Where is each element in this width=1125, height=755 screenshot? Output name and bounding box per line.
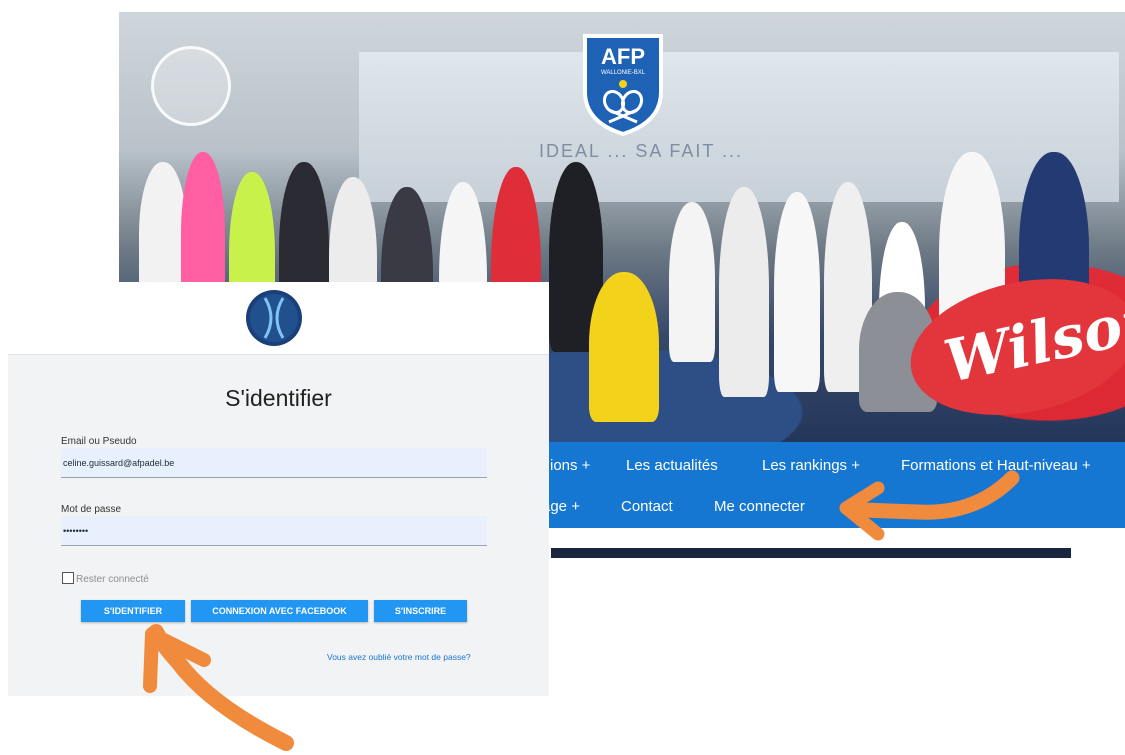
tennis-ball-logo-icon — [246, 290, 302, 346]
content-divider — [551, 548, 1071, 558]
email-label: Email ou Pseudo — [61, 436, 137, 447]
nav-item-me-connecter[interactable]: Me connecter — [714, 498, 805, 515]
nav-item-partial-1[interactable]: ions + — [550, 457, 590, 474]
login-panel: S'identifier Email ou Pseudo Mot de pass… — [8, 282, 549, 696]
afp-logo: AFP WALLONIE-BXL — [583, 34, 663, 137]
facebook-login-button[interactable]: CONNEXION AVEC FACEBOOK — [191, 600, 368, 622]
afp-logo-subtext: WALLONIE-BXL — [601, 70, 646, 76]
nav-item-rankings[interactable]: Les rankings + — [762, 457, 860, 474]
remember-checkbox[interactable] — [62, 572, 74, 584]
signin-button[interactable]: S'IDENTIFIER — [81, 600, 185, 622]
nav-item-contact[interactable]: Contact — [621, 498, 673, 515]
login-title: S'identifier — [225, 385, 332, 411]
nav-item-actualites[interactable]: Les actualités — [626, 457, 718, 474]
forgot-password-link[interactable]: Vous avez oublié votre mot de passe? — [327, 652, 471, 662]
login-header — [8, 282, 549, 354]
remember-label: Rester connecté — [76, 574, 149, 585]
email-field[interactable] — [61, 448, 487, 478]
register-button[interactable]: S'INSCRIRE — [374, 600, 467, 622]
afp-logo-small — [151, 46, 231, 126]
nav-item-formations[interactable]: Formations et Haut-niveau + — [901, 457, 1091, 474]
wilson-logo-text: Wilson — [938, 283, 1125, 396]
afp-logo-text: AFP — [601, 44, 645, 69]
password-field[interactable] — [61, 516, 487, 546]
remember-me[interactable]: Rester connecté — [62, 572, 149, 585]
password-label: Mot de passe — [61, 504, 122, 515]
